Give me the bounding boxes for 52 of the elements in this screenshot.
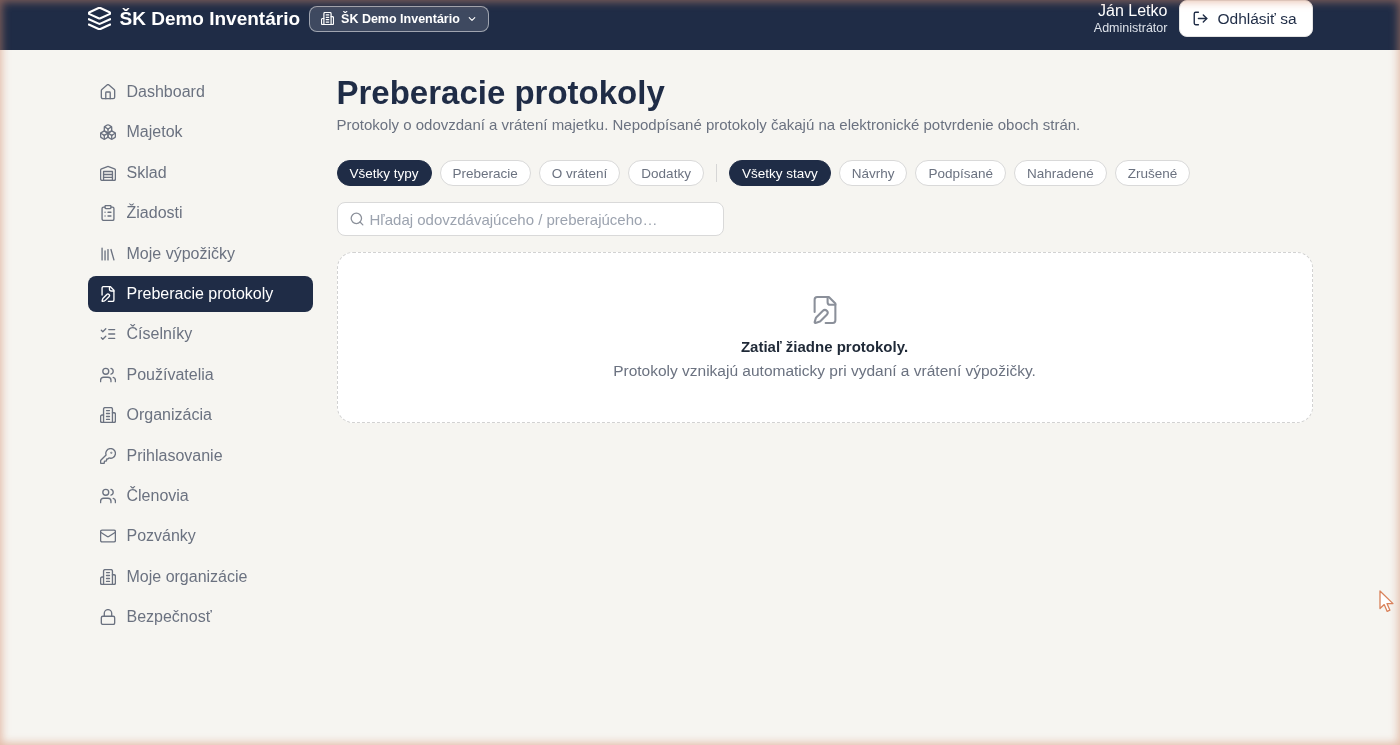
search-field[interactable]: Hľadaj odovzdávajúceho / preberajúceho… [336,202,724,236]
sidebar-item[interactable]: Používatelia [87,356,313,393]
sidebar-item[interactable]: Sklad [87,154,313,191]
mail-icon [99,528,116,545]
filter-chip[interactable]: Zrušené [1114,160,1191,186]
search-icon [349,212,364,226]
page-subtitle: Protokoly o odovzdaní a vrátení majetku. Nepodpísané protokoly čakajú na elektronické potvrdenie oboch strán. [336,115,1082,135]
sidebar-item[interactable]: Moje výpožičky [87,235,313,272]
logout-button[interactable]: Odhlásiť sa [1179,0,1313,37]
users-icon [99,366,116,383]
sidebar-item[interactable]: Pozvánky [87,518,313,555]
sidebar-item[interactable]: Členovia [87,477,313,514]
empty-state-title: Zatiaľ žiadne protokoly. [740,337,909,357]
sidebar-item[interactable]: Žiadosti [87,195,313,232]
warehouse-icon [99,164,116,181]
boxes-icon [99,124,116,141]
sidebar-item[interactable]: Organizácia [87,397,313,434]
filter-chip[interactable]: O vrátení [538,160,621,186]
filter-chip[interactable]: Preberacie [439,160,531,186]
user-name: Ján Letko [1097,1,1168,20]
building-icon [321,12,335,25]
building-icon [99,568,116,585]
filter-chip[interactable]: Všetky stavy [728,160,831,186]
organization-switcher[interactable]: ŠK Demo Inventário [309,5,489,32]
filter-chip[interactable]: Podpísané [915,160,1006,186]
clipboard-icon [99,205,116,222]
checklist-icon [99,326,116,343]
logout-icon [1193,11,1209,26]
user-role: Administrátor [1093,19,1168,36]
books-icon [99,245,116,262]
app-title: ŠK Demo Inventário [119,7,301,30]
page-title: Preberacie protokoly [336,73,666,113]
sidebar-item[interactable]: Prihlasovanie [87,437,313,474]
lock-icon [99,609,116,626]
key-icon [99,447,116,464]
users-icon [99,487,116,504]
sidebar-item[interactable]: Číselníky [87,316,313,353]
home-icon [99,84,116,100]
sidebar-item[interactable]: Majetok [87,114,313,151]
cursor-icon [1379,590,1395,613]
sidebar-item[interactable]: Preberacie protokoly [87,275,313,312]
sidebar-item[interactable]: Moje organizácie [87,558,313,595]
building-icon [99,407,116,424]
sidebar-item[interactable]: Bezpečnosť [87,599,313,636]
sidebar-item[interactable]: Dashboard [87,74,313,110]
empty-state-message: Protokoly vznikajú automaticky pri vydaní a vrátení výpožičky. [613,361,1036,381]
filter-chip[interactable]: Návrhy [838,160,908,186]
file-pen-icon [99,285,116,302]
filter-chip[interactable]: Nahradené [1014,160,1107,186]
filter-chip[interactable]: Všetky typy [336,160,432,186]
filter-chip[interactable]: Dodatky [628,160,704,186]
layers-icon [87,7,111,30]
